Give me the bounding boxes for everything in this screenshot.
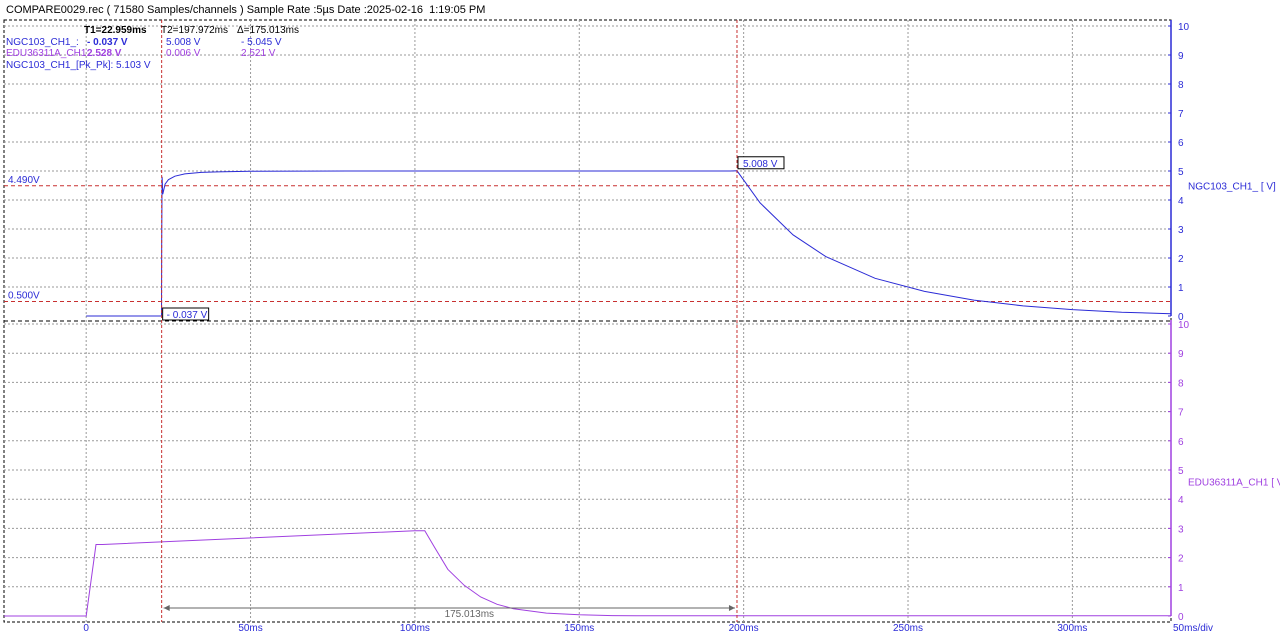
cursor-row-name: NGC103_CH1_: xyxy=(6,37,79,48)
ch1-y-tick-label: 5 xyxy=(1178,167,1184,178)
x-tick-label: 150ms xyxy=(564,623,594,632)
marker-t2-value: 5.008 V xyxy=(743,159,778,170)
ch1-y-tick-label: 7 xyxy=(1178,109,1184,120)
cursor-t2-label: T2=197.972ms xyxy=(161,25,228,36)
ch1-y-tick-label: 4 xyxy=(1178,196,1184,207)
series-ngc103-ch1[interactable] xyxy=(86,170,1172,317)
ch1-y-tick-label: 9 xyxy=(1178,51,1184,62)
x-div-label: 50ms/div xyxy=(1173,623,1213,632)
threshold-label: 4.490V xyxy=(8,175,40,186)
cursor-row-delta: 2.521 V xyxy=(241,48,276,59)
cursor-row-delta: - 5.045 V xyxy=(241,37,282,48)
ch2-y-tick-label: 5 xyxy=(1178,466,1184,477)
ch2-y-tick-label: 8 xyxy=(1178,378,1184,389)
ch2-y-tick-label: 3 xyxy=(1178,524,1184,535)
ch1-y-tick-label: 1 xyxy=(1178,283,1184,294)
oscilloscope-plot[interactable]: 4.490V 0.500V 0 1 2 3 4 5 6 7 8 9 10 0 1 2 3 4 5 6 7 8 9 10 NGC1… xyxy=(0,0,1280,632)
cursor-row-t1: - 0.037 V xyxy=(87,37,128,48)
x-tick-label: 0 xyxy=(83,623,89,632)
duration-arrow-head-left xyxy=(163,605,170,611)
threshold-label: 0.500V xyxy=(8,291,40,302)
cursor-row-name: EDU36311A_CH1: xyxy=(6,48,89,59)
cursor-delta-label: Δ=175.013ms xyxy=(237,25,299,36)
ch1-y-tick-label: 6 xyxy=(1178,138,1184,149)
ch2-y-tick-label: 10 xyxy=(1178,320,1190,331)
x-tick-label: 50ms xyxy=(238,623,262,632)
series-edu36311a-ch1[interactable] xyxy=(4,530,1171,617)
ch1-y-tick-label: 10 xyxy=(1178,22,1190,33)
ch1-y-tick-label: 3 xyxy=(1178,225,1184,236)
ch2-axis-label: EDU36311A_CH1 [ V] xyxy=(1188,478,1280,489)
x-tick-label: 250ms xyxy=(893,623,923,632)
ch2-y-tick-label: 9 xyxy=(1178,349,1184,360)
duration-arrow-head-right xyxy=(728,605,735,611)
marker-t1-value: - 0.037 V xyxy=(167,310,208,321)
ch2-y-tick-label: 0 xyxy=(1178,612,1184,623)
ch1-axis-label: NGC103_CH1_ [ V] xyxy=(1188,182,1276,193)
ch2-y-tick-label: 2 xyxy=(1178,554,1184,565)
x-tick-label: 200ms xyxy=(729,623,759,632)
cursor-row-t2: 0.006 V xyxy=(166,48,201,59)
x-tick-label: 300ms xyxy=(1057,623,1087,632)
ch1-y-tick-label: 8 xyxy=(1178,80,1184,91)
ch1-y-tick-label: 2 xyxy=(1178,254,1184,265)
ch2-y-tick-label: 4 xyxy=(1178,495,1184,506)
cursor-row-t1: 2.528 V xyxy=(87,48,122,59)
ch2-y-tick-label: 1 xyxy=(1178,583,1184,594)
ch2-y-tick-label: 6 xyxy=(1178,437,1184,448)
pkpk-readout: NGC103_CH1_[Pk_Pk]: 5.103 V xyxy=(6,60,151,71)
cursor-t1-label: T1=22.959ms xyxy=(84,25,147,36)
duration-label: 175.013ms xyxy=(445,609,494,620)
x-tick-label: 100ms xyxy=(400,623,430,632)
ch2-y-tick-label: 7 xyxy=(1178,408,1184,419)
cursor-row-t2: 5.008 V xyxy=(166,37,201,48)
